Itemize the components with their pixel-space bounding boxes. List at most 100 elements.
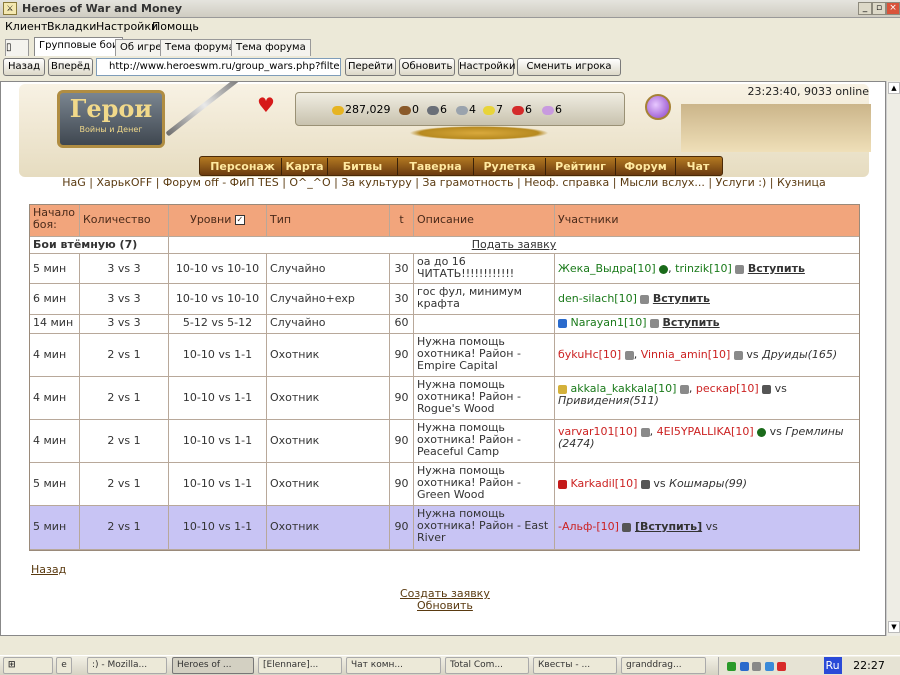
levels-filter-checkbox[interactable]: ✓: [234, 215, 245, 225]
change-player-button[interactable]: Сменить игрока: [517, 58, 621, 76]
resource-mercury: 4: [456, 103, 476, 116]
minimize-button[interactable]: _: [858, 2, 872, 15]
resource-gold: 287,029: [332, 103, 391, 116]
nav-chat[interactable]: Чат: [676, 158, 720, 175]
submit-request-link[interactable]: Подать заявку: [169, 237, 859, 254]
menu-client[interactable]: Клиент: [5, 20, 47, 33]
tray-volume-icon[interactable]: [764, 661, 774, 671]
participant-link[interactable]: бykuHc[10]: [558, 348, 621, 361]
scroll-down-icon[interactable]: ▼: [888, 621, 900, 633]
new-tab-icon[interactable]: ▯: [5, 39, 29, 56]
system-tray: Ru 22:27: [718, 657, 900, 675]
tab-forum-topic-1[interactable]: Тема форума: [160, 39, 240, 56]
app-icon: ⚔: [3, 2, 17, 15]
back-link[interactable]: Назад: [31, 563, 66, 576]
join-link[interactable]: Вступить: [653, 292, 710, 305]
go-button[interactable]: Перейти: [345, 58, 396, 76]
join-link[interactable]: [Вступить]: [635, 520, 702, 533]
quicklaunch-ie-icon[interactable]: e: [56, 657, 72, 674]
taskbar-item-chat[interactable]: Чат комн...: [346, 657, 441, 674]
crystal-icon: [512, 105, 524, 115]
start-button[interactable]: ⊞: [3, 657, 53, 674]
maximize-button[interactable]: ▫: [872, 2, 886, 15]
join-link[interactable]: Вступить: [748, 262, 805, 275]
tray-messenger-icon[interactable]: [739, 661, 749, 671]
gold-pile-image: [409, 126, 549, 140]
wood-icon: [399, 105, 411, 115]
tray-network-icon[interactable]: [727, 661, 736, 671]
taskbar-item-heroes[interactable]: Heroes of ...: [172, 657, 254, 674]
clan-icon: [558, 384, 567, 394]
sword-icon: [640, 294, 650, 304]
participant-link[interactable]: 4EI5YPALLIKA[10]: [657, 425, 754, 438]
clan-icon: [558, 318, 567, 328]
enemy-name: Друиды(165): [762, 348, 838, 361]
nav-battles[interactable]: Битвы: [328, 158, 398, 175]
language-indicator[interactable]: Ru: [823, 657, 842, 674]
menu-settings[interactable]: Настройки: [96, 20, 158, 33]
tray-tools-icon[interactable]: [752, 661, 761, 671]
clan-links[interactable]: HaG | ХарькOFF | Форум off - ФиП TES | О…: [1, 176, 885, 192]
sword-icon: [165, 82, 244, 137]
header-start: Начало боя:: [30, 205, 80, 237]
nav-rating[interactable]: Рейтинг: [546, 158, 616, 175]
participant-link[interactable]: Narayan1[10]: [571, 316, 647, 329]
hunter-icon: [640, 479, 650, 489]
enemy-name: Привидения(511): [558, 394, 659, 407]
menu-bar: Клиент Вкладки Настройки Помощь: [0, 18, 900, 35]
vertical-scrollbar[interactable]: ▲ ▼: [886, 81, 900, 636]
server-time-online: 23:23:40, 9033 online: [747, 85, 869, 98]
hunter-icon: [762, 384, 772, 394]
nav-roulette[interactable]: Рулетка: [474, 158, 546, 175]
gold-icon: [332, 105, 344, 115]
nav-tavern[interactable]: Таверна: [398, 158, 474, 175]
game-logo[interactable]: Герои Войны и Денег: [57, 90, 165, 148]
participant-link[interactable]: trinzik[10]: [675, 262, 732, 275]
join-link[interactable]: Вступить: [663, 316, 720, 329]
settings-button[interactable]: Настройки: [458, 58, 515, 76]
enemy-name: Кошмары(99): [669, 477, 748, 490]
taskbar-item-granddrag[interactable]: granddrag...: [621, 657, 706, 674]
forward-button[interactable]: Вперёд: [48, 58, 93, 76]
participant-link[interactable]: -Альф-[10]: [558, 520, 619, 533]
tab-forum-topic-2[interactable]: Тема форума: [231, 39, 311, 56]
resource-gems: 6: [542, 103, 562, 116]
taskbar-item-totalcmd[interactable]: Total Com...: [445, 657, 529, 674]
nav-forum[interactable]: Форум: [616, 158, 676, 175]
potion-icon[interactable]: [645, 94, 671, 120]
participant-link[interactable]: Karkadil[10]: [571, 477, 638, 490]
tab-group-battles[interactable]: Групповые бои: [34, 37, 124, 56]
url-input[interactable]: http://www.heroeswm.ru/group_wars.php?fi…: [96, 58, 341, 76]
participant-link[interactable]: den-silach[10]: [558, 292, 637, 305]
nav-map[interactable]: Карта: [282, 158, 328, 175]
tray-antivirus-icon[interactable]: [777, 661, 786, 671]
resource-ore: 6: [427, 103, 447, 116]
back-button[interactable]: Назад: [3, 58, 45, 76]
participant-link[interactable]: Vinnia_amin[10]: [641, 348, 731, 361]
gem-icon: [542, 105, 554, 115]
nav-character[interactable]: Персонаж: [204, 158, 282, 175]
ore-icon: [427, 105, 439, 115]
heart-icon[interactable]: ♥: [257, 94, 275, 116]
title-bar: ⚔ Heroes of War and Money _ ▫ ×: [0, 0, 900, 18]
close-button[interactable]: ×: [886, 2, 900, 15]
scroll-up-icon[interactable]: ▲: [888, 82, 900, 94]
menu-help[interactable]: Помощь: [152, 20, 199, 33]
mercury-icon: [456, 105, 468, 115]
taskbar-item-quests[interactable]: Квесты - ...: [533, 657, 617, 674]
taskbar-item-elennare[interactable]: [Elennare]...: [258, 657, 342, 674]
hunter-icon: [622, 522, 632, 532]
taskbar-item-mozilla[interactable]: :) - Mozilla...: [87, 657, 167, 674]
refresh-link[interactable]: Обновить: [417, 599, 473, 612]
participant-link[interactable]: рескар[10]: [696, 382, 759, 395]
header-levels: Уровни ✓: [169, 205, 267, 237]
game-header: Герои Войны и Денег ♥ 287,029 0 6 4 7 6 …: [19, 82, 871, 177]
resource-sulfur: 7: [483, 103, 503, 116]
resource-crystals: 6: [512, 103, 532, 116]
tab-about-game[interactable]: Об игре: [115, 39, 167, 56]
window-title: Heroes of War and Money: [22, 2, 182, 15]
menu-tabs[interactable]: Вкладки: [47, 20, 96, 33]
refresh-button[interactable]: Обновить: [399, 58, 455, 76]
sword-icon: [640, 427, 650, 437]
participant-link[interactable]: Жека_Выдра[10]: [558, 262, 656, 275]
